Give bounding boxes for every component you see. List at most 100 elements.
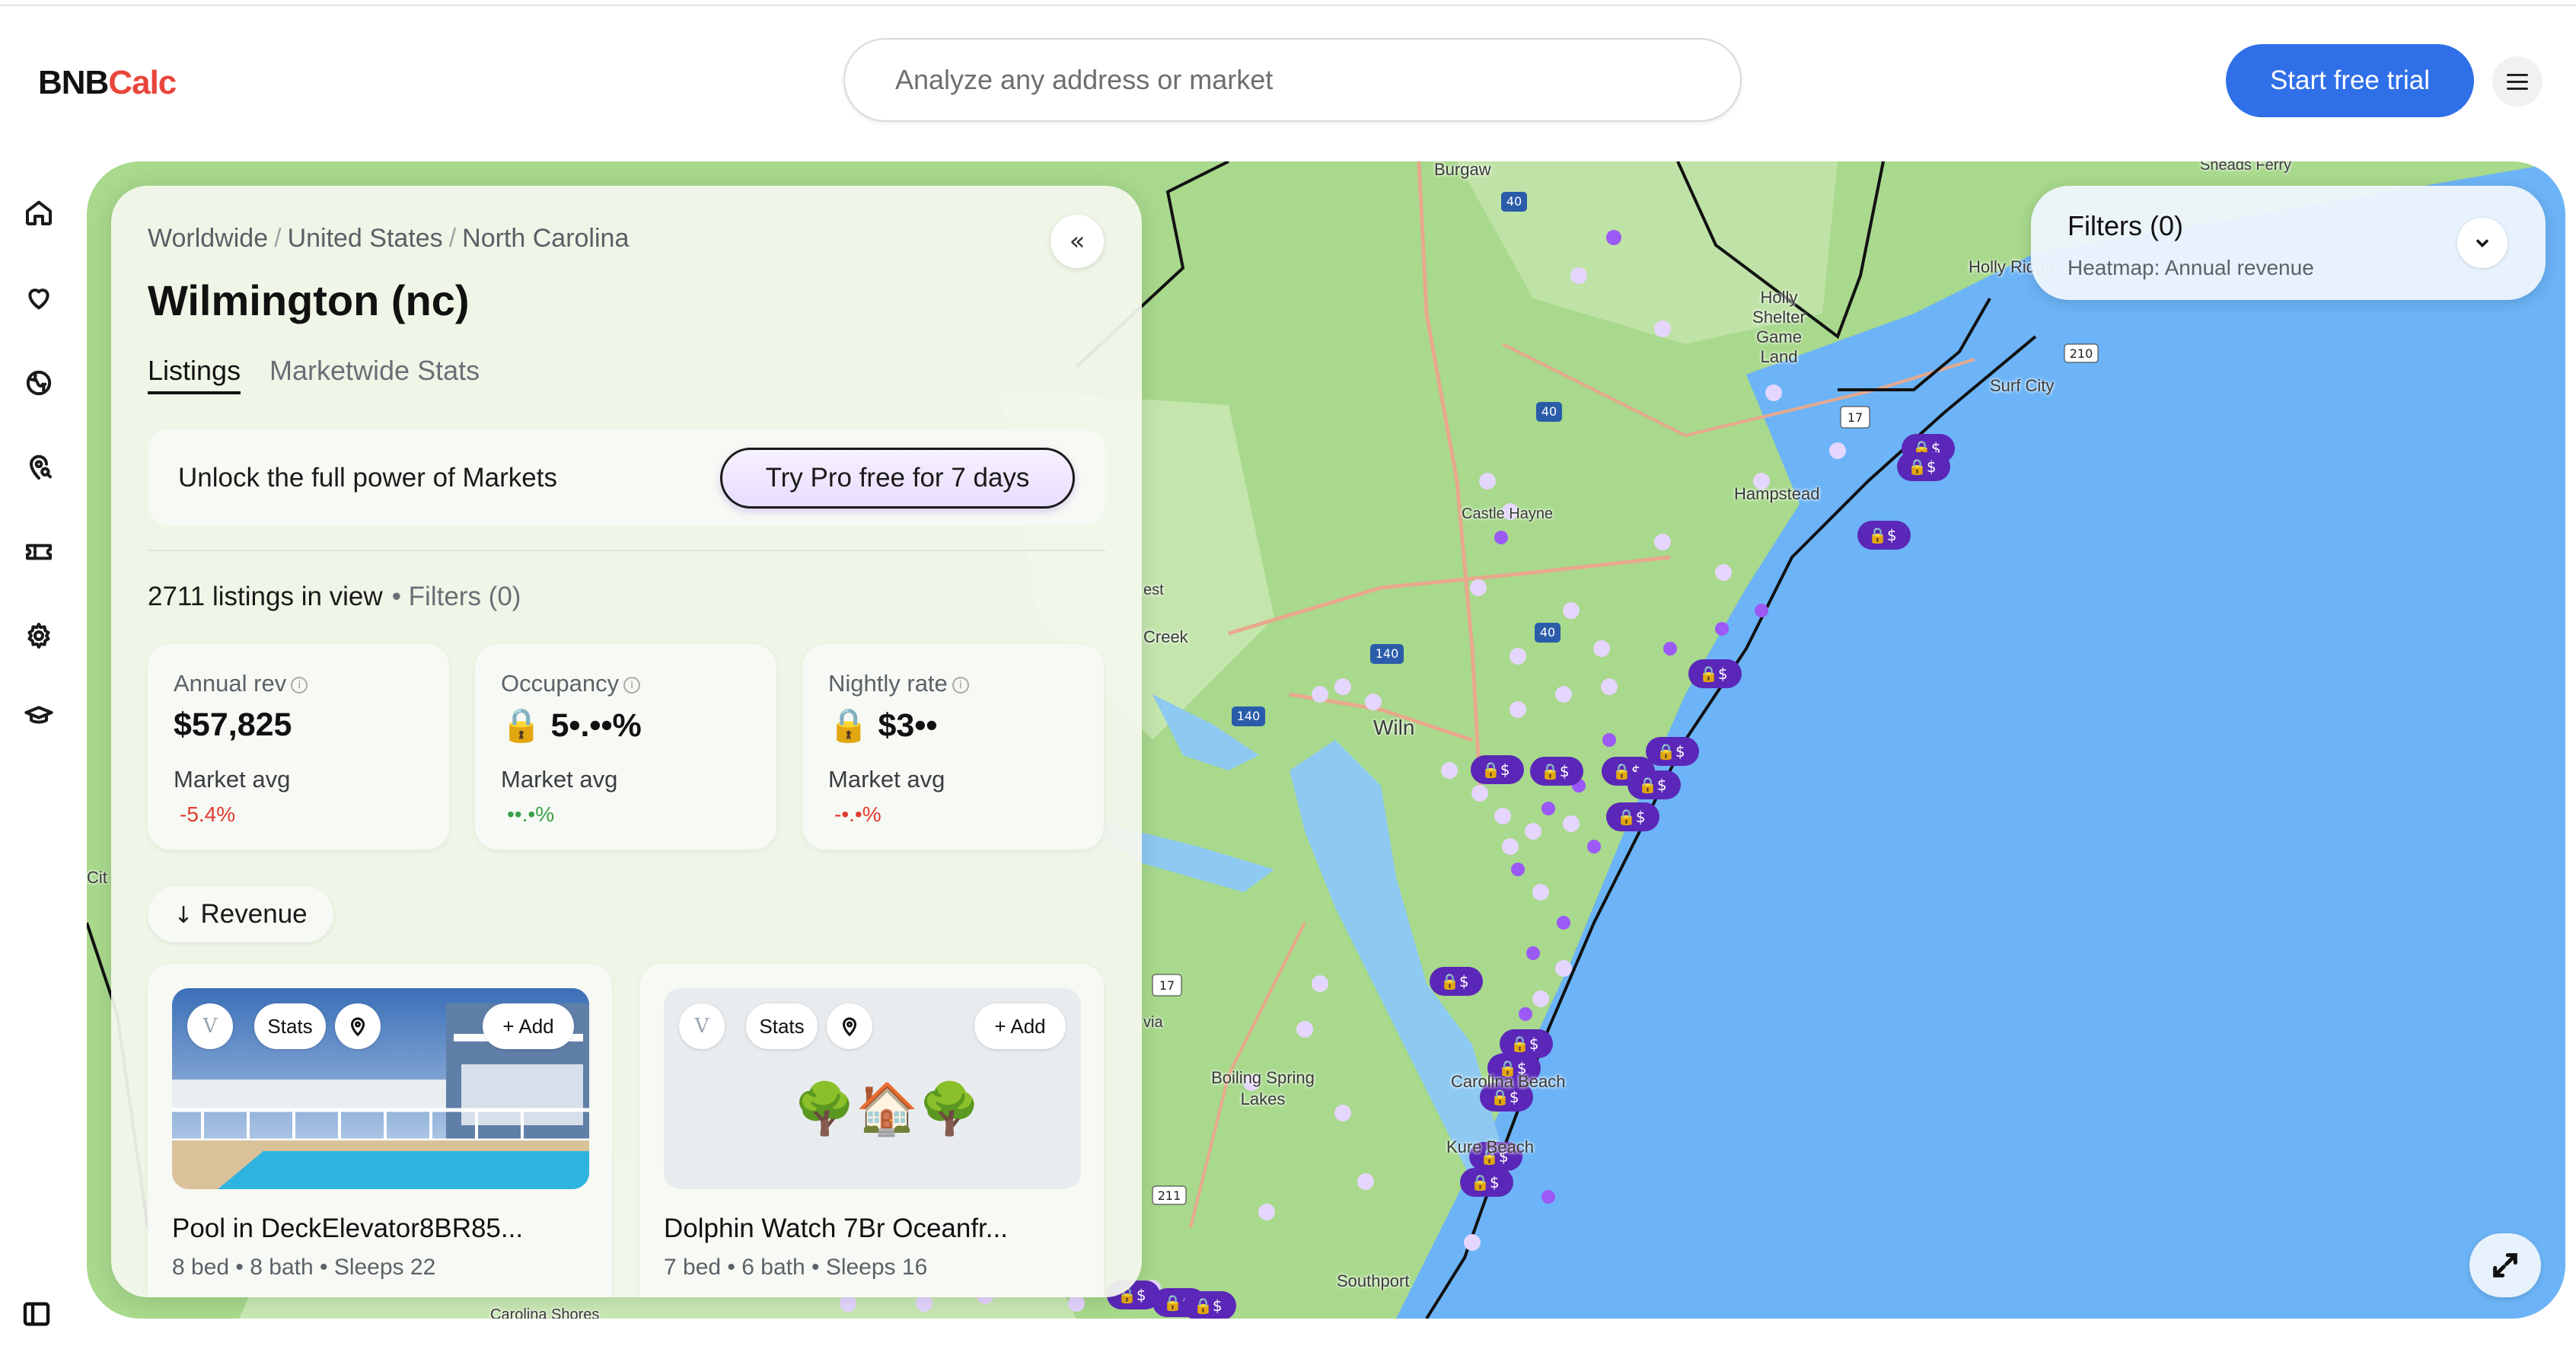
stat-card-nightly-rate: Nightly rate i 🔒 $3•• Market avg -•.•% [802,644,1104,850]
info-icon[interactable]: i [291,676,308,694]
breadcrumb-north-carolina[interactable]: North Carolina [462,224,629,253]
market-delta: ••.•% [507,802,555,826]
info-icon[interactable]: i [623,676,641,694]
location-pin-icon[interactable] [827,1003,872,1049]
vrbo-icon[interactable]: V [679,1003,725,1049]
try-pro-button[interactable]: Try Pro free for 7 days [720,448,1075,509]
chevron-down-icon[interactable] [2457,218,2507,268]
breadcrumb-separator: / [274,224,282,253]
map-label-est: est [1143,582,1164,598]
listing-photo-placeholder[interactable]: V Stats + Add 🌳🏠🌳 [664,988,1081,1189]
divider [148,550,1105,551]
listing-title[interactable]: Dolphin Watch 7Br Oceanfr... [664,1214,1008,1244]
hamburger-icon[interactable] [2492,56,2543,107]
heart-icon[interactable] [20,279,58,317]
filters-title: Filters (0) [2067,210,2183,241]
svg-text:40: 40 [1541,404,1557,419]
logo[interactable]: BNBCalc [38,64,177,102]
svg-text:🔒$: 🔒$ [1481,761,1510,779]
settings-icon[interactable] [20,617,58,655]
home-icon[interactable] [20,193,58,231]
map-label-burgaw: Burgaw [1434,161,1491,179]
info-icon[interactable]: i [952,676,969,694]
svg-text:🔒$: 🔒$ [1510,1035,1539,1053]
map-label-southport: Southport [1337,1271,1410,1290]
listing-photo[interactable]: V Stats + Add [172,988,589,1189]
stat-label: Nightly rate i [828,670,969,697]
ticket-icon[interactable] [20,533,58,571]
breadcrumb: Worldwide / United States / North Carolina [148,224,629,254]
stats-button[interactable]: Stats [746,1003,818,1049]
svg-text:210: 210 [2070,346,2093,361]
map-label-carolina-beach: Carolina Beach [1451,1072,1566,1091]
svg-text:🔒$: 🔒$ [1656,742,1685,761]
add-button[interactable]: + Add [483,1003,574,1049]
breadcrumb-separator: / [448,224,457,253]
svg-text:🔒$: 🔒$ [1908,458,1937,476]
svg-text:🔒$: 🔒$ [1638,776,1667,794]
svg-text:🔒$: 🔒$ [1868,526,1897,544]
map-label-surf-city: Surf City [1990,376,2055,395]
header: BNBCalc Start free trial [0,8,2576,152]
vrbo-icon[interactable]: V [187,1003,233,1049]
svg-text:🔒$: 🔒$ [1699,665,1728,683]
listing-meta: 8 bed • 8 bath • Sleeps 22 [172,1255,436,1280]
map-label-hampstead: Hampstead [1734,484,1820,503]
tab-listings[interactable]: Listings [148,355,241,394]
filters-link[interactable]: • Filters (0) [392,582,521,611]
filters-dropdown[interactable]: Filters (0) Heatmap: Annual revenue [2031,186,2546,300]
market-panel: Worldwide / United States / North Carolina «… [111,186,1142,1297]
listing-count: 2711 listings in view • Filters (0) [148,582,521,612]
svg-text:140: 140 [1376,646,1399,661]
breadcrumb-worldwide[interactable]: Worldwide [148,224,268,253]
map-label-creek: Creek [1143,627,1188,646]
search-input[interactable] [845,40,1740,120]
sidebar-toggle-icon[interactable] [21,1299,55,1332]
globe-icon[interactable] [20,364,58,402]
stat-value: 🔒 5•.••% [501,707,642,744]
stat-label: Occupancy i [501,670,641,697]
svg-text:211: 211 [1158,1188,1181,1203]
graduation-cap-icon[interactable] [20,697,58,735]
market-delta: -5.4% [180,802,236,826]
location-search-icon[interactable] [20,448,58,486]
sort-revenue-button[interactable]: ↓ Revenue [148,886,333,943]
expand-icon [2493,1253,2517,1277]
map-label-cit: Cit [87,868,107,887]
listing-count-text: 2711 listings in view [148,582,383,611]
listing-card[interactable]: V Stats + Add Pool in DeckElevator8BR85.… [148,964,612,1297]
stat-label: Annual rev i [174,670,308,697]
search-bar [843,38,1742,122]
svg-text:140: 140 [1237,709,1261,723]
unlock-banner: Unlock the full power of Markets Try Pro… [148,429,1105,525]
tab-marketwide-stats[interactable]: Marketwide Stats [269,355,480,387]
svg-text:🔒$: 🔒$ [1440,972,1469,990]
breadcrumb-united-states[interactable]: United States [288,224,443,253]
add-button[interactable]: + Add [974,1003,1066,1049]
market-avg-label: Market avg [828,766,945,793]
heatmap-subtitle: Heatmap: Annual revenue [2067,256,2314,279]
listing-card[interactable]: V Stats + Add 🌳🏠🌳 Dolphin Watch 7Br Ocea… [639,964,1104,1297]
listing-title[interactable]: Pool in DeckElevator8BR85... [172,1214,523,1244]
start-free-trial-button[interactable]: Start free trial [2226,44,2474,117]
market-avg-label: Market avg [174,766,291,793]
map-label-boiling-spring-lakes: Boiling Spring Lakes [1211,1068,1315,1108]
map-label-sneads-ferry: Sneads Ferry [2200,161,2292,174]
map-label-holly-shelter: Holly Shelter Game Land [1752,288,1806,366]
stats-button[interactable]: Stats [254,1003,326,1049]
unlock-text: Unlock the full power of Markets [178,463,557,493]
svg-text:17: 17 [1159,978,1175,993]
svg-text:40: 40 [1540,625,1555,640]
svg-text:🔒$: 🔒$ [1541,762,1570,780]
sort-label: Revenue [200,899,308,929]
map-label-wilmington: Wiln [1373,716,1415,739]
location-pin-icon[interactable] [335,1003,381,1049]
stat-value: $57,825 [174,706,292,743]
arrow-down-icon: ↓ [174,902,193,929]
svg-text:40: 40 [1506,194,1522,209]
svg-text:🔒$: 🔒$ [1471,1173,1500,1191]
collapse-panel-button[interactable]: « [1050,215,1104,268]
expand-map-button[interactable] [2469,1233,2541,1297]
stat-value: 🔒 $3•• [828,707,938,744]
map-label-kure-beach: Kure Beach [1446,1137,1534,1156]
